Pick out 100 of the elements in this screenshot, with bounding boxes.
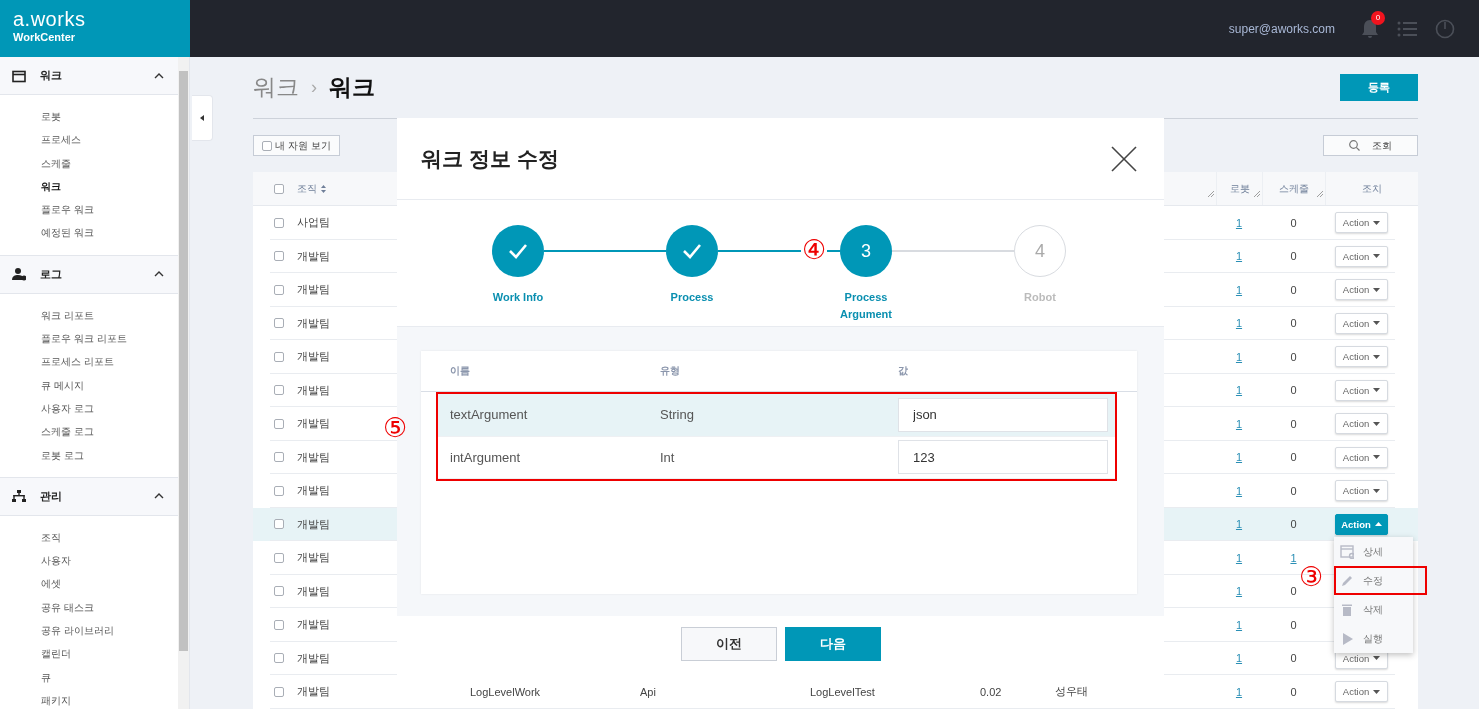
action-dropdown-button[interactable]: Action <box>1335 346 1388 368</box>
checkbox[interactable] <box>274 251 284 262</box>
sidebar-item[interactable]: 공유 라이브러리 <box>0 619 178 643</box>
action-dropdown-button[interactable]: Action <box>1335 413 1388 435</box>
sidebar-item[interactable]: 워크 <box>0 174 178 199</box>
sidebar-item[interactable]: 스케줄 로그 <box>0 420 178 444</box>
robot-count-link[interactable]: 1 <box>1235 417 1243 430</box>
sidebar-item[interactable]: 프로세스 <box>0 128 178 152</box>
sidebar-item[interactable]: 예정된 워크 <box>0 221 178 245</box>
next-button[interactable]: 다음 <box>784 627 881 661</box>
dialog-title: 워크 정보 수정 <box>421 145 559 172</box>
menu-item[interactable]: 상세 <box>1334 537 1413 566</box>
sidebar-item[interactable]: 플로우 워크 <box>0 198 178 222</box>
robot-count-link[interactable]: 1 <box>1235 652 1243 665</box>
robot-count-link[interactable]: 1 <box>1235 551 1243 564</box>
sidebar-item[interactable]: 플로우 워크 리포트 <box>0 327 178 351</box>
checkbox[interactable] <box>274 217 284 228</box>
robot-count-link[interactable]: 1 <box>1235 484 1243 497</box>
checkbox[interactable] <box>274 552 284 563</box>
action-dropdown-button[interactable]: Action <box>1335 446 1388 468</box>
action-dropdown-button[interactable]: Action <box>1335 212 1388 234</box>
robot-count-link[interactable]: 1 <box>1235 618 1243 631</box>
sidebar-item[interactable]: 로봇 로그 <box>0 443 178 467</box>
action-dropdown-button[interactable]: Action <box>1335 480 1388 502</box>
checkbox[interactable] <box>274 519 284 530</box>
sidebar-item[interactable]: 조직 <box>0 525 178 550</box>
schedule-count-link[interactable]: 1 <box>1290 551 1297 564</box>
sidebar-section-header[interactable]: 워크 <box>0 57 178 95</box>
checkbox[interactable] <box>274 485 284 496</box>
sidebar-item[interactable]: 로봇 <box>0 105 178 129</box>
table-cell-text: Int <box>660 449 676 465</box>
sidebar-item[interactable]: 사용자 <box>0 549 178 573</box>
checkbox[interactable] <box>274 418 284 429</box>
column-header: 로봇 <box>1229 181 1250 196</box>
checkbox[interactable] <box>274 351 284 362</box>
sidebar-item[interactable]: 워크 리포트 <box>0 303 178 328</box>
sidebar-item[interactable]: 에셋 <box>0 572 178 596</box>
robot-count-link[interactable]: 1 <box>1235 685 1243 698</box>
robot-count-link[interactable]: 1 <box>1235 350 1243 363</box>
close-button[interactable] <box>1111 145 1137 172</box>
checkbox[interactable] <box>274 318 284 329</box>
resize-handle-icon <box>1207 190 1214 197</box>
checkbox[interactable] <box>274 284 284 295</box>
checkbox[interactable] <box>274 385 284 396</box>
sidebar-item[interactable]: 프로세스 리포트 <box>0 350 178 374</box>
table-cell-text: 0.02 <box>979 685 1003 698</box>
column-header[interactable]: 조직 <box>297 181 317 196</box>
sidebar-item[interactable]: 사용자 로그 <box>0 396 178 421</box>
step-indicator: 4 <box>1014 225 1066 277</box>
caret-down-icon <box>1373 254 1381 259</box>
sidebar-section-header[interactable]: 관리 <box>0 477 178 516</box>
sidebar-item[interactable]: 스케줄 <box>0 151 178 175</box>
my-resources-toggle[interactable]: 내 자원 보기 <box>253 135 340 156</box>
list-icon[interactable] <box>1397 20 1417 37</box>
menu-item[interactable]: 수정 <box>1334 566 1427 595</box>
robot-count-link[interactable]: 1 <box>1235 317 1243 330</box>
action-dropdown-button[interactable]: Action <box>1335 379 1388 401</box>
robot-count-link[interactable]: 1 <box>1235 384 1243 397</box>
value-input[interactable]: 123 <box>898 440 1108 475</box>
sidebar-collapse-button[interactable] <box>192 95 213 141</box>
register-button[interactable]: 등록 <box>1340 73 1418 101</box>
robot-count-link[interactable]: 1 <box>1235 216 1243 229</box>
robot-count-link[interactable]: 1 <box>1235 451 1243 464</box>
action-dropdown-button[interactable]: Action <box>1335 312 1388 334</box>
column-header: 조치 <box>1362 181 1382 196</box>
sidebar-item[interactable]: 캘린더 <box>0 642 178 666</box>
previous-button[interactable]: 이전 <box>680 627 777 661</box>
sidebar-item[interactable]: 패키지 <box>0 688 178 709</box>
checkbox[interactable] <box>274 183 284 194</box>
action-dropdown-button[interactable]: Action <box>1335 245 1388 267</box>
calendar-icon <box>12 68 26 83</box>
caret-up-icon <box>1374 522 1382 527</box>
robot-count-link[interactable]: 1 <box>1235 250 1243 263</box>
sidebar-section-header[interactable]: 로그 <box>0 255 178 294</box>
checkbox[interactable] <box>274 653 284 664</box>
search-icon <box>1349 140 1360 151</box>
scrollbar[interactable] <box>178 57 189 709</box>
robot-count-link[interactable]: 1 <box>1235 283 1243 296</box>
table-cell: 개발팀 <box>297 685 330 698</box>
menu-item[interactable]: 삭제 <box>1334 595 1413 624</box>
checkbox[interactable] <box>274 619 284 630</box>
sidebar-item[interactable]: 큐 메시지 <box>0 373 178 397</box>
checkbox[interactable] <box>274 686 284 697</box>
table-cell: 개발팀 <box>297 484 330 497</box>
power-icon[interactable] <box>1435 18 1455 39</box>
action-dropdown-button[interactable]: Action <box>1335 279 1388 301</box>
table-cell-text: LogLevelTest <box>809 685 876 698</box>
table-cell-text: Api <box>639 685 657 698</box>
search-button[interactable]: 조회 <box>1323 135 1418 156</box>
user-email[interactable]: super@aworks.com <box>1228 21 1335 36</box>
action-dropdown-button[interactable]: Action <box>1335 513 1388 535</box>
bell-icon[interactable] <box>1361 18 1379 39</box>
action-dropdown-button[interactable]: Action <box>1335 681 1388 703</box>
sidebar-item[interactable]: 공유 태스크 <box>0 595 178 620</box>
robot-count-link[interactable]: 1 <box>1235 518 1243 531</box>
checkbox[interactable] <box>274 586 284 597</box>
sidebar-item[interactable]: 큐 <box>0 665 178 689</box>
robot-count-link[interactable]: 1 <box>1235 585 1243 598</box>
value-input[interactable]: json <box>898 397 1108 432</box>
checkbox[interactable] <box>274 452 284 463</box>
